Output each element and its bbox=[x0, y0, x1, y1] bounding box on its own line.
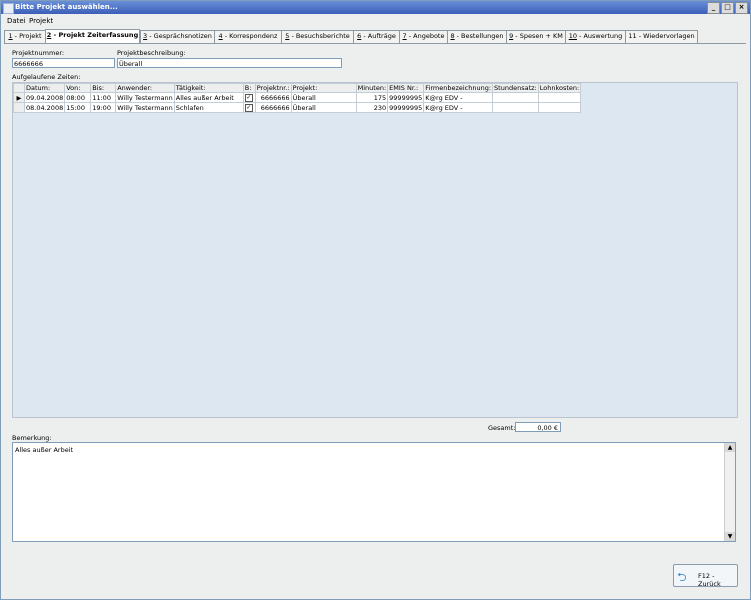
menu-datei[interactable]: Datei bbox=[7, 17, 26, 25]
scroll-down-icon[interactable]: ▼ bbox=[725, 532, 735, 541]
col-bis[interactable]: Bis: bbox=[90, 83, 117, 93]
col-firmenbezeichnung[interactable]: Firmenbezeichnung: bbox=[423, 83, 494, 93]
back-button-label: F12 - Zurück bbox=[698, 572, 721, 588]
back-button[interactable]: ⮌ F12 - Zurück bbox=[673, 564, 738, 588]
col-taetigkeit[interactable]: Tätigkeit: bbox=[173, 83, 244, 93]
gesamt-label: Gesamt: bbox=[488, 424, 516, 432]
tab-bestellungen[interactable]: 8 - Bestellungen bbox=[447, 30, 507, 43]
tab-projekt-zeiterfassung[interactable]: 2 - Projekt Zeiterfassung bbox=[45, 29, 140, 44]
cell-bis[interactable]: 11:00 bbox=[90, 92, 117, 103]
projektnummer-field[interactable]: 6666666 bbox=[12, 58, 115, 68]
col-lohnkosten[interactable]: Lohnkosten: bbox=[537, 83, 582, 93]
row-indicator-header bbox=[13, 83, 25, 93]
cell-stundensatz[interactable] bbox=[492, 102, 539, 113]
col-minuten[interactable]: Minuten: bbox=[355, 83, 389, 93]
row-indicator bbox=[13, 102, 25, 113]
col-datum[interactable]: Datum: bbox=[23, 83, 66, 93]
gesamt-field: 0,00 € bbox=[515, 422, 561, 432]
tab-korrespondenz[interactable]: 4 - Korrespondenz bbox=[214, 30, 282, 43]
cell-emis[interactable]: 99999995 bbox=[387, 102, 425, 113]
col-b[interactable]: B: bbox=[242, 83, 256, 93]
cell-datum[interactable]: 09.04.2008 bbox=[23, 92, 66, 103]
bemerkung-text: Alles außer Arbeit bbox=[15, 446, 74, 454]
menu-projekt[interactable]: Projekt bbox=[29, 17, 53, 25]
tab-besuchsberichte[interactable]: 5 - Besuchsberichte bbox=[281, 30, 354, 43]
cell-taetigkeit[interactable]: Schlafen bbox=[173, 102, 244, 113]
tab-auswertung[interactable]: 10 - Auswertung bbox=[565, 30, 626, 43]
cell-projekt[interactable]: Überall bbox=[290, 102, 357, 113]
col-von[interactable]: Von: bbox=[64, 83, 92, 93]
table-row[interactable]: ▶ 09.04.2008 08:00 11:00 Willy Testerman… bbox=[13, 92, 582, 103]
col-emis[interactable]: EMIS Nr.: bbox=[387, 83, 425, 93]
col-anwender[interactable]: Anwender: bbox=[115, 83, 175, 93]
app-icon bbox=[3, 3, 14, 14]
memo-scrollbar[interactable]: ▲ ▼ bbox=[724, 443, 735, 541]
tab-spesen-km[interactable]: 9 - Spesen + KM bbox=[506, 30, 566, 43]
tab-gespraechsnotizen[interactable]: 3 - Gesprächsnotizen bbox=[140, 30, 215, 43]
maximize-button[interactable]: □ bbox=[721, 2, 734, 14]
col-stundensatz[interactable]: Stundensatz: bbox=[492, 83, 539, 93]
cell-minuten[interactable]: 175 bbox=[355, 92, 389, 103]
return-arrow-icon: ⮌ bbox=[677, 570, 687, 584]
cell-projekt[interactable]: Überall bbox=[290, 92, 357, 103]
cell-projektnr[interactable]: 6666666 bbox=[254, 102, 292, 113]
cell-lohnkosten[interactable] bbox=[537, 92, 582, 103]
cell-bis[interactable]: 19:00 bbox=[90, 102, 117, 113]
col-projekt[interactable]: Projekt: bbox=[290, 83, 357, 93]
projektbeschreibung-label: Projektbeschreibung: bbox=[117, 49, 186, 57]
cell-minuten[interactable]: 230 bbox=[355, 102, 389, 113]
table-row[interactable]: 08.04.2008 15:00 19:00 Willy Testermann … bbox=[13, 102, 582, 113]
scroll-up-icon[interactable]: ▲ bbox=[725, 443, 735, 452]
close-button[interactable]: × bbox=[735, 2, 748, 14]
zeiten-label: Aufgelaufene Zeiten: bbox=[12, 73, 81, 81]
cell-b[interactable]: ✓ bbox=[242, 102, 256, 113]
window-title: Bitte Projekt auswählen... bbox=[15, 3, 118, 11]
tab-auftraege[interactable]: 6 - Aufträge bbox=[353, 30, 400, 43]
cell-stundensatz[interactable] bbox=[492, 92, 539, 103]
cell-firma[interactable]: K@rg EDV - bbox=[423, 102, 494, 113]
bemerkung-textarea[interactable]: Alles außer Arbeit ▲ ▼ bbox=[12, 442, 736, 542]
tab-angebote[interactable]: 7 - Angebote bbox=[399, 30, 448, 43]
menu-bar: Datei Projekt bbox=[1, 15, 750, 27]
billable-checkbox[interactable]: ✓ bbox=[244, 94, 253, 102]
cell-b[interactable]: ✓ bbox=[242, 92, 256, 103]
time-entries-grid: Datum: Von: Bis: Anwender: Tätigkeit: B:… bbox=[12, 82, 738, 418]
bemerkung-label: Bemerkung: bbox=[12, 434, 52, 442]
tab-wiedervorlagen[interactable]: 11 - Wiedervorlagen bbox=[625, 30, 698, 43]
cell-datum[interactable]: 08.04.2008 bbox=[23, 102, 66, 113]
current-row-arrow-icon: ▶ bbox=[13, 92, 25, 103]
cell-firma[interactable]: K@rg EDV - bbox=[423, 92, 494, 103]
cell-anwender[interactable]: Willy Testermann bbox=[115, 102, 175, 113]
main-window: Bitte Projekt auswählen... _ □ × Datei P… bbox=[0, 0, 751, 600]
minimize-button[interactable]: _ bbox=[707, 2, 720, 14]
cell-anwender[interactable]: Willy Testermann bbox=[115, 92, 175, 103]
cell-emis[interactable]: 99999995 bbox=[387, 92, 425, 103]
cell-lohnkosten[interactable] bbox=[537, 102, 582, 113]
cell-von[interactable]: 08:00 bbox=[64, 92, 92, 103]
title-bar: Bitte Projekt auswählen... _ □ × bbox=[1, 1, 750, 14]
grid-header-row: Datum: Von: Bis: Anwender: Tätigkeit: B:… bbox=[13, 83, 582, 93]
projektnummer-label: Projektnummer: bbox=[12, 49, 65, 57]
cell-von[interactable]: 15:00 bbox=[64, 102, 92, 113]
cell-taetigkeit[interactable]: Alles außer Arbeit bbox=[173, 92, 244, 103]
cell-projektnr[interactable]: 6666666 bbox=[254, 92, 292, 103]
tab-projekt[interactable]: 1 - Projekt bbox=[4, 30, 46, 43]
col-projektnr[interactable]: Projektnr.: bbox=[254, 83, 292, 93]
billable-checkbox[interactable]: ✓ bbox=[244, 104, 253, 112]
projektbeschreibung-field[interactable]: Überall bbox=[117, 58, 342, 68]
